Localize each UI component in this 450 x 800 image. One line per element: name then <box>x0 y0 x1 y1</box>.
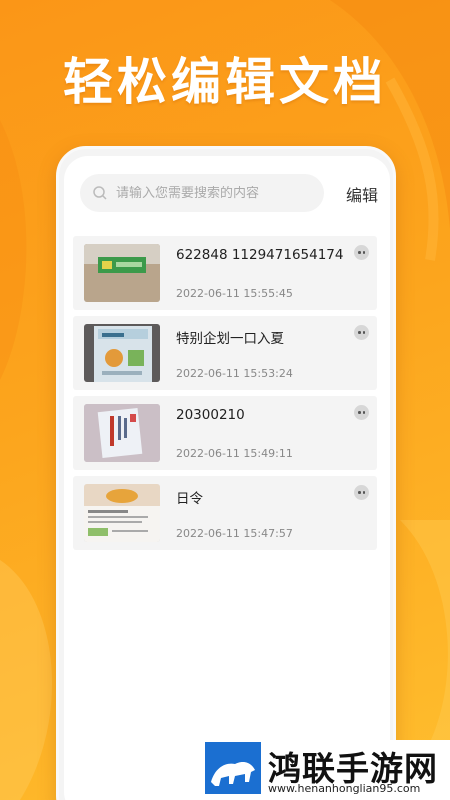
document-thumbnail <box>84 244 160 302</box>
document-timestamp: 2022-06-11 15:49:11 <box>176 447 293 460</box>
search-input[interactable] <box>116 185 316 201</box>
document-title: 622848 1129471654174 <box>176 247 344 263</box>
edit-button[interactable]: 编辑 <box>346 182 378 206</box>
headline: 轻松编辑文档 <box>63 53 387 111</box>
watermark: 鸿联手游网 www.henanhonglian95.com <box>202 740 450 800</box>
app-screen: 编辑 622848 1129471654174 2022-06-11 15:55… <box>64 156 390 800</box>
more-icon[interactable] <box>354 325 369 340</box>
document-timestamp: 2022-06-11 15:47:57 <box>176 527 293 540</box>
document-thumbnail <box>84 404 160 462</box>
document-timestamp: 2022-06-11 15:55:45 <box>176 287 293 300</box>
watermark-logo-icon <box>205 742 261 794</box>
search-icon <box>93 186 107 200</box>
more-icon[interactable] <box>354 405 369 420</box>
document-title: 日令 <box>176 491 203 507</box>
document-thumbnail <box>84 484 160 542</box>
document-item[interactable]: 特别企划一口入夏 2022-06-11 15:53:24 <box>73 316 377 390</box>
document-timestamp: 2022-06-11 15:53:24 <box>176 367 293 380</box>
document-title: 特别企划一口入夏 <box>176 331 284 347</box>
document-title: 20300210 <box>176 407 245 423</box>
document-item[interactable]: 日令 2022-06-11 15:47:57 <box>73 476 377 550</box>
more-icon[interactable] <box>354 485 369 500</box>
search-bar[interactable] <box>80 174 324 212</box>
document-list: 622848 1129471654174 2022-06-11 15:55:45… <box>73 236 377 556</box>
document-thumbnail <box>84 324 160 382</box>
more-icon[interactable] <box>354 245 369 260</box>
watermark-url: www.henanhonglian95.com <box>268 782 421 795</box>
document-item[interactable]: 20300210 2022-06-11 15:49:11 <box>73 396 377 470</box>
document-item[interactable]: 622848 1129471654174 2022-06-11 15:55:45 <box>73 236 377 310</box>
